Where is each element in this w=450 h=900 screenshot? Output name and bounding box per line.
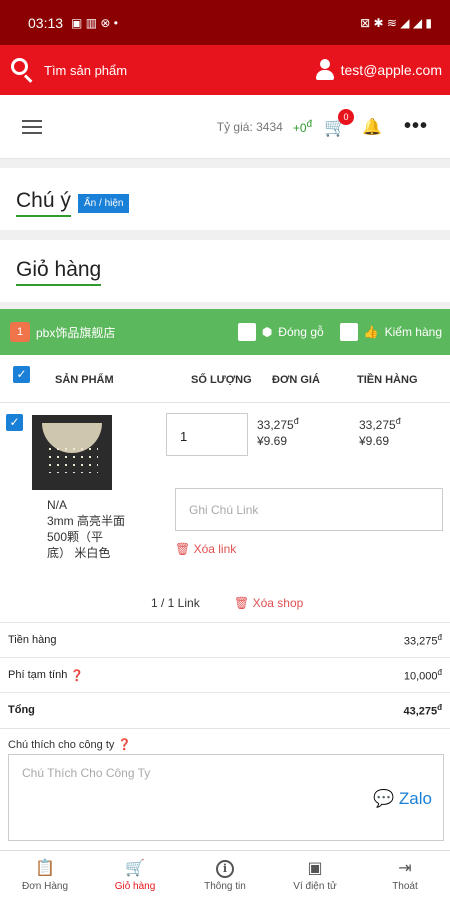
wood-pack-checkbox[interactable] [237,323,256,341]
unit-price: 33,275đ ¥9.69 [257,416,299,448]
item-checkbox[interactable]: ✓ [6,414,23,431]
cart-title: Giỏ hàng [16,258,102,286]
search-icon[interactable] [10,57,36,83]
col-product: SẢN PHẨM [55,374,114,386]
cart-header-section: Giỏ hàng [0,240,450,302]
balance: +0đ [292,118,313,135]
user-email: test@apple.com [340,62,442,78]
cart-icon: 🛒 [125,859,145,877]
search-bar: Tìm sản phẩm test@apple.com [0,45,450,95]
shop-index-badge: 1 [10,322,30,342]
search-input[interactable]: Tìm sản phẩm [44,63,127,78]
box-icon: ⬢ [261,325,273,339]
info-icon: i [216,859,234,878]
link-note-input[interactable]: Ghi Chú Link [175,488,443,531]
link-count: 1 / 1 Link [151,596,200,610]
system-icons: ⊠ ✱ ≋ ◢ ◢ ▮ [360,15,432,30]
attention-section: Chú ý Ẩn / hiện [0,168,450,230]
company-note-input[interactable]: Chú Thích Cho Công Ty 💬 Zalo [8,754,444,841]
bell-icon[interactable]: 🔔 [362,117,382,137]
help-icon[interactable]: ❓ [117,739,131,751]
delete-shop-button[interactable]: 🗑 Xóa shop [234,596,303,610]
toggle-attention-button[interactable]: Ẩn / hiện [78,194,130,213]
table-header: ✓ SẢN PHẨM SỐ LƯỢNG ĐƠN GIÁ TIỀN HÀNG [0,355,450,403]
zalo-chat-button[interactable]: 💬 Zalo [373,789,432,809]
product-variant: N/A 3mm 高亮半面 500颗（平底） 米白色 [47,497,127,561]
notification-icons: ▣ ▥ ⊗ • [71,15,118,30]
col-unit-price: ĐƠN GIÁ [272,374,320,386]
exchange-rate: Tỷ giá: 3434 [216,119,283,134]
chat-bubble-icon: 💬 [373,789,395,808]
variant-line-2: 3mm 高亮半面 500颗（平底） 米白色 [47,514,126,560]
nav-logout[interactable]: ⇥ Thoát [360,851,450,900]
cart-count-badge: 0 [338,108,355,125]
hamburger-menu-icon[interactable] [22,119,42,134]
company-note-section: Chú thích cho công ty ❓ Chú Thích Cho Cô… [0,728,450,850]
nav-cart[interactable]: 🛒 Giỏ hàng [90,851,180,900]
goods-total-row: Tiền hàng 33,275đ [0,622,450,657]
quantity-input[interactable]: 1 [166,413,248,456]
inspect-label: Kiểm hàng [384,325,442,339]
wood-pack-option[interactable]: ⬢ Đóng gỗ [237,323,324,341]
bottom-navigation: 📋 Đơn Hàng 🛒 Giỏ hàng i Thông tin ▣ Ví đ… [0,850,450,900]
attention-title: Chú ý [16,189,71,217]
user-account[interactable]: test@apple.com [315,59,442,81]
more-options-icon[interactable]: ••• [404,115,428,138]
clipboard-icon: 📋 [35,859,55,877]
nav-info[interactable]: i Thông tin [180,851,270,900]
trash-icon: 🗑 [175,542,191,556]
variant-line-1: N/A [47,498,68,512]
inspect-checkbox[interactable] [339,323,358,341]
top-navbar: Tỷ giá: 3434 +0đ 🛒 0 🔔 ••• [0,95,450,159]
wallet-icon: ▣ [307,859,323,877]
col-quantity: SỐ LƯỢNG [191,374,252,386]
product-image[interactable] [32,415,112,490]
col-amount: TIỀN HÀNG [357,374,418,386]
status-time: 03:13 [28,14,64,31]
shop-header: 1 pbx饰品旗舰店 ⬢ Đóng gỗ 👍 Kiểm hàng [0,309,450,355]
logout-icon: ⇥ [398,859,412,877]
cart-item-list: ✓ SẢN PHẨM SỐ LƯỢNG ĐƠN GIÁ TIỀN HÀNG ✓ … [0,355,450,728]
help-icon[interactable]: ❓ [70,669,84,682]
nav-wallet[interactable]: ▣ Ví điện tử [270,851,360,900]
cart-icon[interactable]: 🛒 0 [324,108,355,137]
company-note-label: Chú thích cho công ty ❓ [8,739,132,751]
delete-link-button[interactable]: 🗑 Xóa link [175,542,236,556]
inspect-option[interactable]: 👍 Kiểm hàng [339,323,442,341]
select-all-checkbox[interactable]: ✓ [13,366,30,383]
trash-icon: 🗑 [234,596,250,610]
shop-name[interactable]: pbx饰品旗舰店 [36,324,115,341]
fee-row: Phí tạm tính ❓ 10,000đ [0,657,450,692]
status-bar: 03:13 ▣ ▥ ⊗ • ⊠ ✱ ≋ ◢ ◢ ▮ [0,0,450,45]
grand-total-row: Tổng 43,275đ [0,692,450,727]
item-amount: 33,275đ ¥9.69 [359,416,401,448]
thumbs-up-icon: 👍 [363,325,379,339]
user-icon [315,59,335,81]
nav-orders[interactable]: 📋 Đơn Hàng [0,851,90,900]
wood-pack-label: Đóng gỗ [278,325,324,339]
